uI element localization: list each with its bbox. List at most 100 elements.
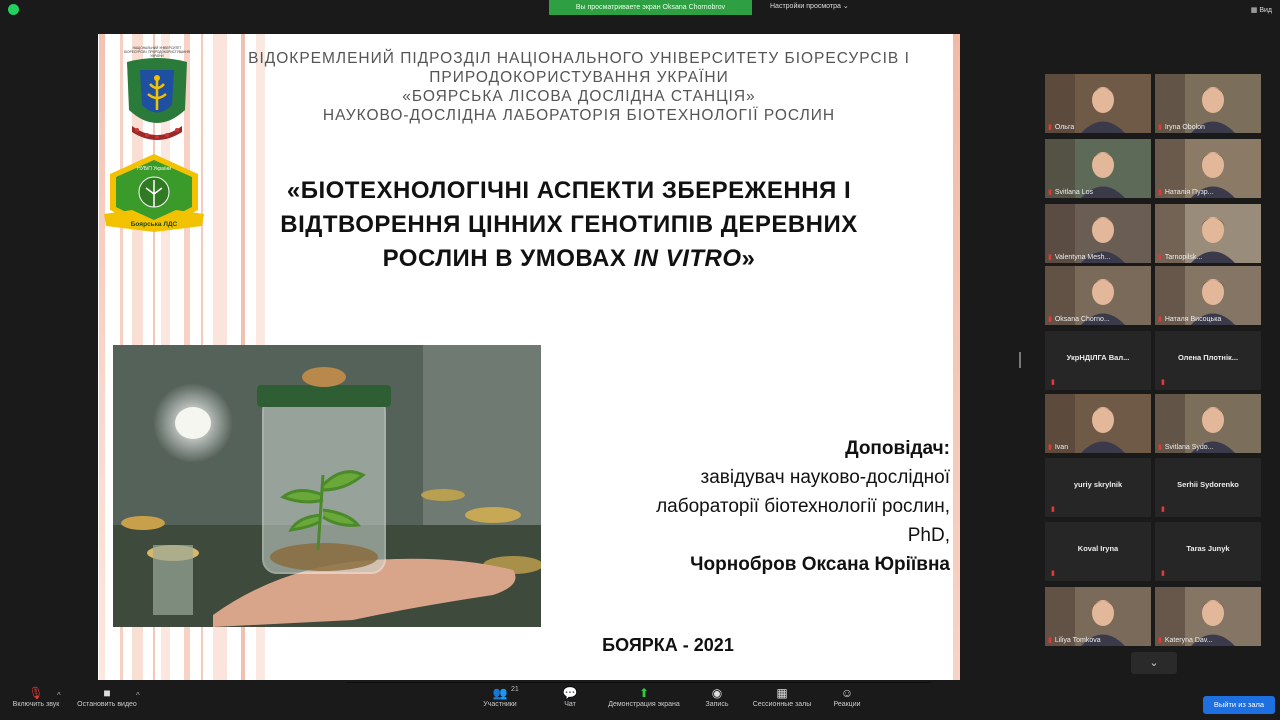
participant-tile[interactable]: Serhii Sydorenko ▮	[1155, 458, 1261, 517]
title-line3-start: РОСЛИН В УМОВАХ	[382, 245, 634, 272]
splitter-handle[interactable]	[1019, 352, 1021, 368]
gallery-scroll-down-button[interactable]: ⌄	[1131, 652, 1177, 674]
participant-name: ▮ Svitlana Sydo...	[1158, 443, 1258, 451]
participant-tile[interactable]: ▮ Ivan	[1045, 394, 1151, 453]
header-line: «БОЯРСЬКА ЛІСОВА ДОСЛІДНА СТАНЦІЯ»	[402, 88, 756, 105]
top-bar: Вы просматриваете экран Oksana Chornobro…	[0, 0, 1280, 20]
stop-video-button[interactable]: ■ Остановить видео	[72, 685, 142, 708]
participant-tile[interactable]: ▮ Tarnopilsk...	[1155, 204, 1261, 263]
header-line: ПРИРОДОКОРИСТУВАННЯ УКРАЇНИ	[429, 69, 729, 86]
security-shield-icon[interactable]	[8, 4, 19, 15]
muted-mic-icon: ▮	[1051, 570, 1055, 577]
title-line: РОСЛИН В УМОВАХ IN VITRO»	[223, 242, 915, 276]
share-screen-button[interactable]: ⬆ Демонстрация экрана	[600, 685, 688, 708]
chat-button[interactable]: 💬 Чат	[554, 685, 586, 708]
participant-name-label: Oksana Chorno...	[1054, 316, 1110, 323]
muted-mic-icon: ▮	[1048, 637, 1052, 644]
record-icon: ◉	[711, 686, 723, 700]
participant-tile[interactable]: ▮ Iryna Obolon	[1155, 74, 1261, 133]
header-line: ВІДОКРЕМЛЕНИЙ ПІДРОЗДІЛ НАЦІОНАЛЬНОГО УН…	[248, 50, 910, 67]
muted-mic-icon: ▮	[1158, 189, 1162, 196]
participant-tile[interactable]: УкрНДІЛГА Вал... ▮	[1045, 331, 1151, 390]
participant-tile[interactable]: Taras Junyk ▮	[1155, 522, 1261, 581]
participant-name: ▮ Kateryna Dav...	[1158, 636, 1258, 644]
participant-name-label: Наталя Висоцька	[1164, 316, 1222, 323]
participant-tile[interactable]: ▮ Liliya Tomkova	[1045, 587, 1151, 646]
stop-video-label: Остановить видео	[77, 701, 137, 708]
smiley-icon: ☺	[840, 686, 854, 700]
muted-mic-icon: ▮	[1158, 637, 1162, 644]
decorative-stripe	[953, 34, 960, 680]
participant-tile[interactable]: ▮ Ольга	[1045, 74, 1151, 133]
participant-name-label: Svitlana Sydo...	[1164, 444, 1214, 451]
slide-footer: БОЯРКА - 2021	[602, 635, 734, 655]
audio-options-caret-icon[interactable]: ^	[57, 691, 61, 700]
participant-name: ▮ Liliya Tomkova	[1048, 636, 1148, 644]
breakout-rooms-button[interactable]: ▦ Сессионные залы	[747, 685, 817, 708]
participant-name: Олена Плотнік...	[1177, 353, 1239, 362]
participant-name: УкрНДІЛГА Вал...	[1066, 353, 1130, 362]
muted-mic-icon: ▮	[1158, 316, 1162, 323]
participant-name: ▮ Oksana Chorno...	[1048, 315, 1148, 323]
participant-name: ▮ Tarnopilsk...	[1158, 253, 1258, 261]
breakout-rooms-label: Сессионные залы	[752, 701, 812, 708]
participant-name: ▮ Valentyna Mesh...	[1048, 253, 1148, 261]
participant-tile[interactable]: ▮ Svitlana Sydo...	[1155, 394, 1261, 453]
chevron-down-icon: ⌄	[1149, 657, 1159, 669]
muted-mic-icon: ▮	[1051, 506, 1055, 513]
speaker-info: Доповідач: завідувач науково-дослідної л…	[550, 434, 950, 579]
leave-meeting-button[interactable]: Выйти из зала	[1203, 696, 1275, 714]
title-line: «БІОТЕХНОЛОГІЧНІ АСПЕКТИ ЗБЕРЕЖЕННЯ І	[286, 177, 852, 204]
muted-mic-icon: ▮	[1161, 379, 1165, 386]
muted-mic-icon: ▮	[1048, 444, 1052, 451]
participant-tile[interactable]: ▮ Oksana Chorno...	[1045, 266, 1151, 325]
participant-name: ▮ Наталія Пузр...	[1158, 188, 1258, 196]
university-coat-of-arms-logo: НАЦІОНАЛЬНИЙ УНІВЕРСИТЕТ БІОРЕСУРСІВ І П…	[124, 46, 191, 140]
share-screen-label: Демонстрация экрана	[608, 701, 680, 708]
muted-mic-icon: ▮	[1158, 124, 1162, 131]
muted-mic-icon: ▮	[1048, 254, 1052, 261]
participant-tile[interactable]: Koval Iryna ▮	[1045, 522, 1151, 581]
title-line: ВІДТВОРЕННЯ ЦІННИХ ГЕНОТИПІВ ДЕРЕВНИХ	[280, 211, 858, 238]
participant-name-label: Наталія Пузр...	[1164, 189, 1214, 196]
participant-tile[interactable]: ▮ Svitlana Los	[1045, 139, 1151, 198]
share-screen-icon: ⬆	[638, 686, 650, 700]
view-button[interactable]: ▦ Вид	[1251, 6, 1272, 14]
muted-mic-icon: ▮	[1161, 506, 1165, 513]
decorative-stripe	[99, 34, 105, 680]
participant-name-label: Svitlana Los	[1054, 189, 1093, 196]
unmute-label: Включить звук	[12, 701, 60, 708]
logo-label-bottom: Боярська ЛДС	[131, 221, 178, 228]
participant-tile[interactable]: ▮ Наталя Висоцька	[1155, 266, 1261, 325]
view-settings-label: Настройки просмотра	[770, 3, 841, 10]
title-italic: IN VITRO	[633, 245, 742, 272]
video-options-caret-icon[interactable]: ^	[136, 691, 140, 700]
participant-tile[interactable]: yuriy skrylnik ▮	[1045, 458, 1151, 517]
participant-name: ▮ Iryna Obolon	[1158, 123, 1258, 131]
record-button[interactable]: ◉ Запись	[700, 685, 734, 708]
muted-mic-icon: ▮	[1161, 570, 1165, 577]
chat-bubble-icon: 💬	[562, 686, 578, 700]
participant-name-label: Tarnopilsk...	[1164, 254, 1203, 261]
logo-label-top: НУБіП України	[137, 166, 171, 172]
participant-tile[interactable]: Олена Плотнік... ▮	[1155, 331, 1261, 390]
participant-name: yuriy skrylnik	[1073, 480, 1123, 489]
participant-name: ▮ Ivan	[1048, 443, 1148, 451]
reactions-label: Реакции	[833, 701, 861, 708]
muted-mic-icon: ▮	[1158, 254, 1162, 261]
view-button-label: Вид	[1259, 7, 1272, 14]
participant-name-label: Liliya Tomkova	[1054, 637, 1101, 644]
view-settings-menu[interactable]: Настройки просмотра ⌄	[770, 2, 849, 10]
participant-tile[interactable]: ▮ Kateryna Dav...	[1155, 587, 1261, 646]
participant-name: Koval Iryna	[1077, 544, 1119, 553]
participant-name-label: Kateryna Dav...	[1164, 637, 1213, 644]
breakout-rooms-icon: ▦	[776, 686, 788, 700]
chevron-down-icon: ⌄	[842, 3, 849, 10]
participant-tile[interactable]: ▮ Наталія Пузр...	[1155, 139, 1261, 198]
participant-tile[interactable]: ▮ Valentyna Mesh...	[1045, 204, 1151, 263]
reactions-button[interactable]: ☺ Реакции	[828, 685, 866, 708]
meeting-toolbar: 🎙 Включить звук ^ ■ Остановить видео ^ 👥…	[0, 683, 1280, 720]
chat-label: Чат	[564, 701, 576, 708]
slide-header: ВІДОКРЕМЛЕНИЙ ПІДРОЗДІЛ НАЦІОНАЛЬНОГО УН…	[208, 49, 950, 125]
shared-screen-slide: НАЦІОНАЛЬНИЙ УНІВЕРСИТЕТ БІОРЕСУРСІВ І П…	[98, 34, 960, 680]
